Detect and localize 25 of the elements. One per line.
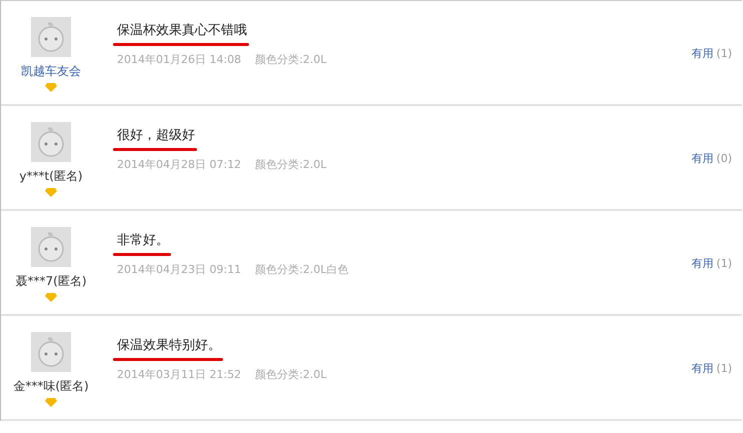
diamond-icon [45,188,57,197]
review-date: 2014年03月11日 21:52 [117,367,242,382]
review-text: 保温效果特别好。 [117,338,221,353]
review-date: 2014年04月28日 07:12 [117,157,242,172]
helpful-button[interactable]: 有用 (0) [691,151,732,165]
review-date: 2014年04月23日 09:11 [117,262,242,277]
helpful-button[interactable]: 有用 (1) [691,256,732,270]
variant-info: 颜色分类:2.0L [255,157,327,172]
helpful-button[interactable]: 有用 (1) [691,46,732,60]
helpful-button[interactable]: 有用 (1) [691,361,732,375]
review-date: 2014年01月26日 14:08 [117,52,242,67]
username[interactable]: 凯越车友会 [21,63,81,80]
review-text: 非常好。 [117,233,169,248]
username: 金***味(匿名) [13,378,89,395]
diamond-icon [45,398,57,407]
variant-info: 颜色分类:2.0L [255,367,327,382]
username: y***t(匿名) [19,168,83,185]
underline-mark [113,253,171,256]
diamond-icon [45,293,57,302]
review-text: 很好，超级好 [117,128,195,143]
variant-info: 颜色分类:2.0L [255,52,327,67]
review-text: 保温杯效果真心不错哦 [117,23,247,38]
variant-info: 颜色分类:2.0L白色 [255,262,349,277]
username: 聂***7(匿名) [16,273,86,290]
diamond-icon [45,83,57,92]
